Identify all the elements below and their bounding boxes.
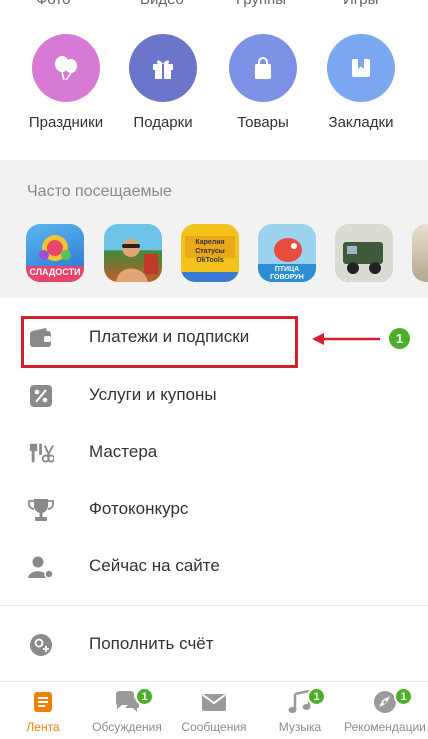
app-profile-photo[interactable] [104,224,162,282]
menu-item-masters-label: Мастера [89,442,158,461]
percent-icon [28,383,54,409]
menu-item-top-up[interactable]: Пополнить счёт [0,616,428,673]
app-karelia-label: Карелия Статусы OkTools [195,239,225,264]
tab-feed[interactable]: Лента [0,682,86,739]
user-online-icon [28,554,54,580]
shortcut-holidays[interactable]: Праздники [18,34,114,131]
tab-discussions-badge: 1 [135,687,154,706]
app-partial[interactable] [412,224,428,282]
tools-icon [28,440,54,466]
tab-discussions[interactable]: 1 Обсуждения [84,682,170,739]
menu-item-services-label: Услуги и купоны [89,385,217,404]
shortcut-gifts-label: Подарки [133,114,193,131]
tab-feed-label: Лента [26,720,60,734]
frequent-section: Часто посещаемые СЛАДОСТИ Карелия Статус… [0,160,428,298]
feed-icon [30,690,56,714]
tab-music[interactable]: 1 Музыка [257,682,343,739]
top-tabs-strip: Фото Видео Группы Игры [0,0,428,8]
shopping-bag-icon [229,34,297,102]
app-military-truck[interactable] [335,224,393,282]
app-bird-talker[interactable]: ПТИЦА ГОВОРУН [258,224,316,282]
annotation-highlight-box [21,316,298,368]
menu-divider [0,605,428,606]
tab-music-label: Музыка [278,720,322,734]
frequent-title: Часто посещаемые [27,183,172,200]
top-tab-video[interactable]: Видео [140,0,184,8]
tab-recommendations-label: Рекомендации [344,720,426,734]
menu-item-top-up-label: Пополнить счёт [89,634,214,653]
frequent-apps-row: СЛАДОСТИ Карелия Статусы OkTools ПТИЦА Г… [0,224,428,286]
app-sweets[interactable]: СЛАДОСТИ [26,224,84,282]
menu-item-masters[interactable]: Мастера [0,424,428,481]
annotation-arrow-icon [312,333,380,345]
balloons-icon [32,34,100,102]
shortcut-holidays-label: Праздники [28,114,104,131]
app-sweets-label: СЛАДОСТИ [29,267,81,277]
bookmark-icon [327,34,395,102]
tab-messages[interactable]: Сообщения [171,682,257,739]
shortcuts-row: Праздники Подарки Товары Закладки [0,34,428,144]
top-tab-groups[interactable]: Группы [236,0,286,8]
shortcut-goods-label: Товары [237,114,289,131]
app-bird-label: ПТИЦА ГОВОРУН [270,266,304,281]
menu-item-online-now[interactable]: Сейчас на сайте [0,538,428,595]
menu-item-photo-contest[interactable]: Фотоконкурс [0,481,428,538]
bottom-tab-bar: Лента 1 Обсуждения Сообщения 1 Музыка 1 … [0,681,428,739]
shortcut-goods[interactable]: Товары [215,34,311,131]
add-money-icon [28,632,54,658]
shortcut-gifts[interactable]: Подарки [115,34,211,131]
shortcut-bookmarks[interactable]: Закладки [313,34,409,131]
shortcut-bookmarks-label: Закладки [328,114,394,131]
tab-music-badge: 1 [307,687,326,706]
tab-recommendations-badge: 1 [394,687,413,706]
annotation-number-badge: 1 [389,328,410,349]
menu-item-photo-contest-label: Фотоконкурс [89,499,189,518]
menu-item-services-coupons[interactable]: Услуги и купоны [0,367,428,424]
trophy-icon [28,497,54,523]
tab-recommendations[interactable]: 1 Рекомендации [342,682,428,739]
gift-icon [129,34,197,102]
tab-discussions-label: Обсуждения [92,720,162,734]
tab-messages-label: Сообщения [181,720,247,734]
menu-item-online-label: Сейчас на сайте [89,556,220,575]
messages-icon [201,690,227,714]
app-karelia-statuses[interactable]: Карелия Статусы OkTools [181,224,239,282]
top-tab-photo[interactable]: Фото [36,0,70,8]
top-tab-games[interactable]: Игры [343,0,378,8]
